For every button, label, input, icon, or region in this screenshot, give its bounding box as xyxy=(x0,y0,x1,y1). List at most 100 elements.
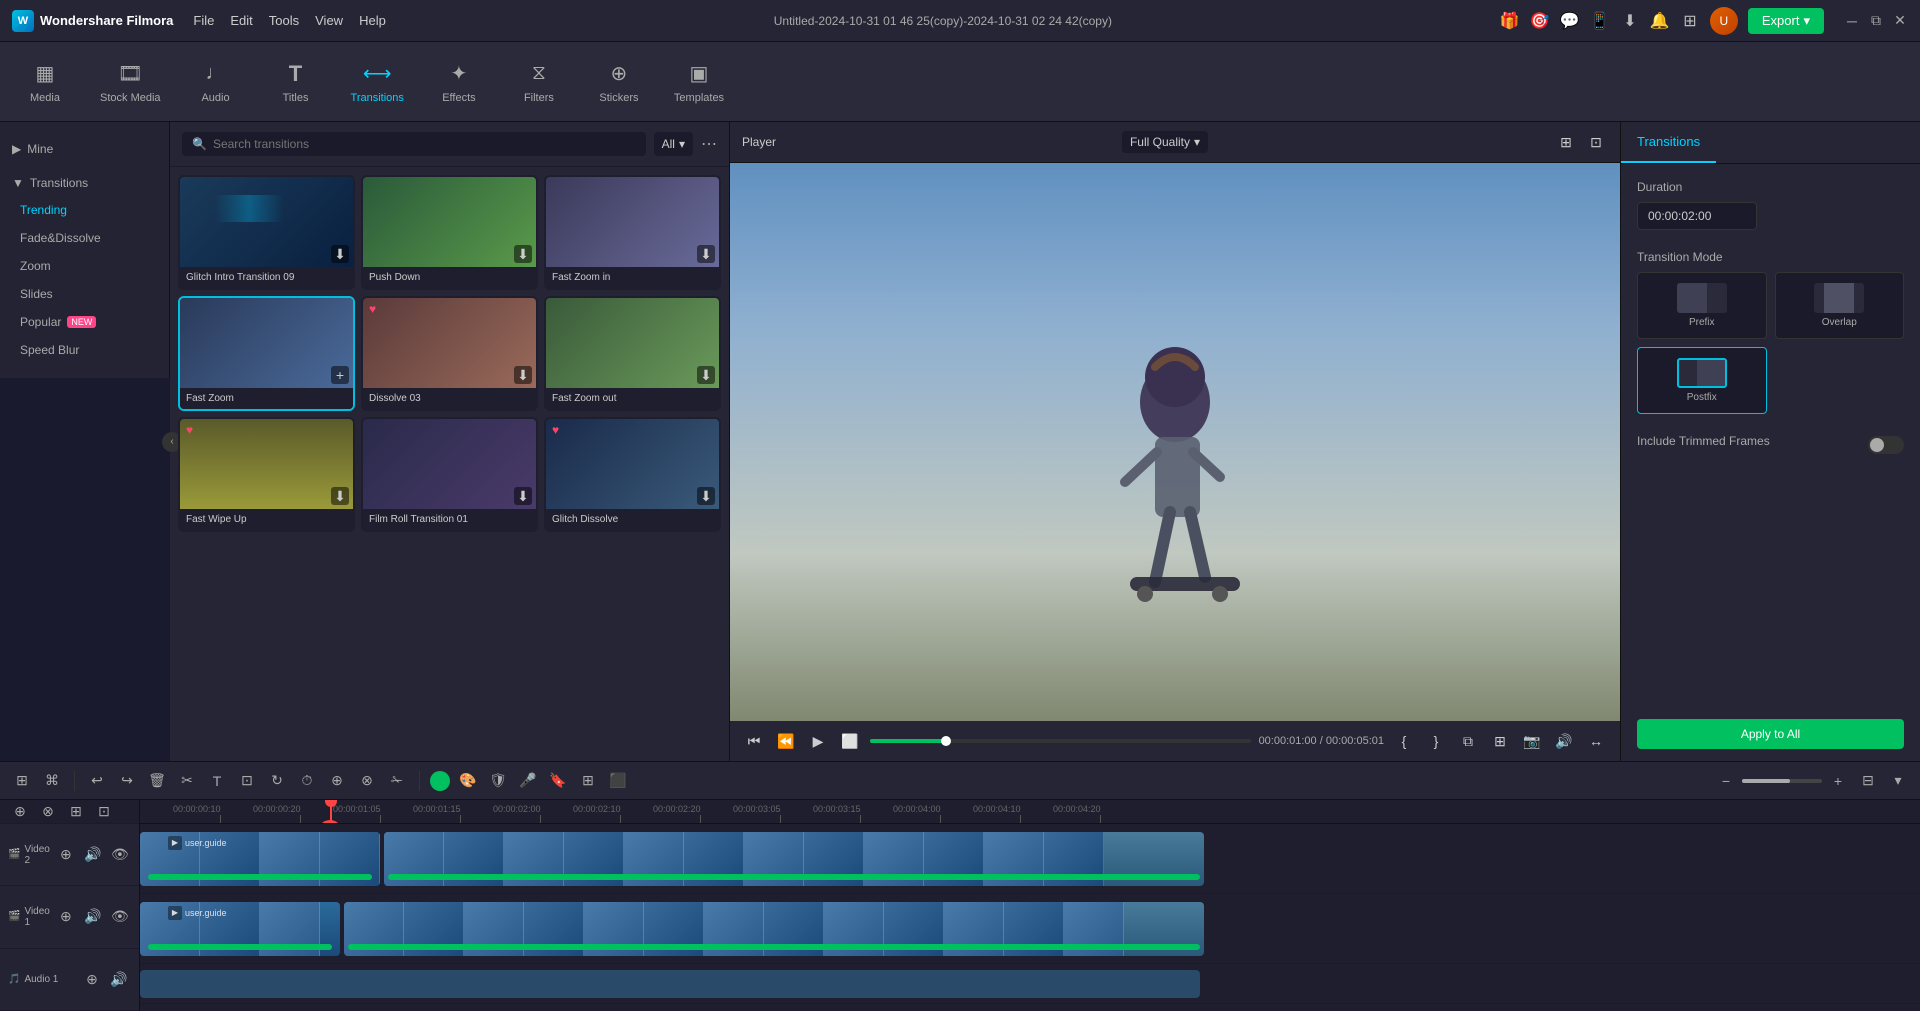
tl-grid-button[interactable]: ⊞ xyxy=(10,769,34,793)
tl-scissors-button[interactable]: ✁ xyxy=(385,769,409,793)
sidebar-item-trending[interactable]: Trending xyxy=(0,196,169,224)
audio1-clip[interactable] xyxy=(140,970,1200,998)
mark-in-button[interactable]: { xyxy=(1392,729,1416,753)
tool-titles[interactable]: T Titles xyxy=(271,60,321,104)
video2-add-icon[interactable]: ⊕ xyxy=(54,843,78,867)
video1-audio-icon[interactable]: 🔊 xyxy=(81,905,105,929)
video2-eye-icon[interactable]: 👁 xyxy=(108,843,132,867)
apply-to-all-button[interactable]: Apply to All xyxy=(1637,719,1904,749)
fullscreen-button[interactable]: ⊡ xyxy=(1584,130,1608,154)
tool-transitions[interactable]: ⟷ Transitions xyxy=(351,60,404,104)
tl-shield-button[interactable]: 🛡 xyxy=(486,769,510,793)
video2-audio-icon[interactable]: 🔊 xyxy=(81,843,105,867)
duration-input[interactable] xyxy=(1637,202,1757,230)
transition-card-fast-zoom-in[interactable]: ⬇ Fast Zoom in xyxy=(544,175,721,290)
menu-help[interactable]: Help xyxy=(359,13,386,28)
progress-bar[interactable] xyxy=(870,739,1251,743)
minimize-button[interactable]: ─ xyxy=(1844,13,1860,29)
more-controls-button[interactable]: ↔ xyxy=(1584,729,1608,753)
menu-file[interactable]: File xyxy=(193,13,214,28)
tool-effects[interactable]: ✦ Effects xyxy=(434,60,484,104)
tl-crop-button[interactable]: ⊡ xyxy=(235,769,259,793)
tl-layout-button[interactable]: ⊟ xyxy=(1856,769,1880,793)
transition-card-fast-zoom[interactable]: + Fast Zoom xyxy=(178,296,355,411)
tl-bookmark-button[interactable]: 🔖 xyxy=(546,769,570,793)
more-options-button[interactable]: ⋯ xyxy=(701,134,717,154)
bell-icon[interactable]: 🔔 xyxy=(1650,11,1670,31)
tl-pip-button[interactable]: ⊞ xyxy=(576,769,600,793)
download-icon-dissolve[interactable]: ⬇ xyxy=(514,366,532,384)
tl-more-button[interactable]: ▾ xyxy=(1886,769,1910,793)
tl-cut-button[interactable]: ✂ xyxy=(175,769,199,793)
user-avatar[interactable]: U xyxy=(1710,7,1738,35)
sidebar-item-fade-dissolve[interactable]: Fade&Dissolve xyxy=(0,224,169,252)
step-back-button[interactable]: ⏪ xyxy=(774,729,798,753)
link-tracks-button[interactable]: ⊗ xyxy=(36,800,60,824)
close-button[interactable]: ✕ xyxy=(1892,13,1908,29)
download-icon-wipe[interactable]: ⬇ xyxy=(331,487,349,505)
tool-templates[interactable]: ▣ Templates xyxy=(674,60,724,104)
tl-record-button[interactable] xyxy=(430,771,450,791)
mode-prefix-button[interactable]: Prefix xyxy=(1637,272,1767,339)
tl-speed-button[interactable]: ⏱ xyxy=(295,769,319,793)
menu-tools[interactable]: Tools xyxy=(269,13,299,28)
transition-card-glitch-intro[interactable]: ⬇ Glitch Intro Transition 09 xyxy=(178,175,355,290)
target-icon[interactable]: 🎯 xyxy=(1530,11,1550,31)
video2-clip-1[interactable]: ▶ user.guide xyxy=(140,832,380,886)
tool-stickers[interactable]: ⊕ Stickers xyxy=(594,60,644,104)
zoom-slider[interactable] xyxy=(1742,779,1822,783)
pip-button[interactable]: ⊞ xyxy=(1488,729,1512,753)
transition-card-push-down[interactable]: ⬇ Push Down xyxy=(361,175,538,290)
tool-audio[interactable]: ♩ Audio xyxy=(191,60,241,104)
split-button[interactable]: ⧉ xyxy=(1456,729,1480,753)
play-button[interactable]: ▶ xyxy=(806,729,830,753)
tool-filters[interactable]: ⧖ Filters xyxy=(514,60,564,104)
mode-postfix-button[interactable]: Postfix xyxy=(1637,347,1767,414)
tool-media[interactable]: ▦ Media xyxy=(20,60,70,104)
sidebar-item-zoom[interactable]: Zoom xyxy=(0,252,169,280)
search-input[interactable] xyxy=(213,137,636,151)
zoom-out-button[interactable]: − xyxy=(1714,769,1738,793)
audio1-volume-icon[interactable]: 🔊 xyxy=(107,967,131,991)
tl-text-button[interactable]: T xyxy=(205,769,229,793)
download-icon-glitch-intro[interactable]: ⬇ xyxy=(331,245,349,263)
sidebar-item-speed-blur[interactable]: Speed Blur xyxy=(0,336,169,364)
tl-mic-button[interactable]: 🎤 xyxy=(516,769,540,793)
add-icon-fast-zoom[interactable]: + xyxy=(331,366,349,384)
dual-view-button[interactable]: ⊞ xyxy=(1554,130,1578,154)
video2-clip-2[interactable] xyxy=(384,832,1204,886)
tl-magnet-button[interactable]: ⌘ xyxy=(40,769,64,793)
ai-button[interactable]: ⊡ xyxy=(92,800,116,824)
transition-card-fast-wipe-up[interactable]: ♥ ⬇ Fast Wipe Up xyxy=(178,417,355,532)
mobile-icon[interactable]: 📱 xyxy=(1590,11,1610,31)
rewind-button[interactable]: ⏮ xyxy=(742,729,766,753)
transition-card-dissolve-03[interactable]: ♥ ⬇ Dissolve 03 xyxy=(361,296,538,411)
tl-delete-button[interactable]: 🗑 xyxy=(145,769,169,793)
tl-undo-button[interactable]: ↩ xyxy=(85,769,109,793)
grid-icon[interactable]: ⊞ xyxy=(1680,11,1700,31)
sidebar-item-slides[interactable]: Slides xyxy=(0,280,169,308)
tl-color-button[interactable]: 🎨 xyxy=(456,769,480,793)
sidebar-item-popular[interactable]: Popular NEW xyxy=(0,308,169,336)
audio1-add-icon[interactable]: ⊕ xyxy=(80,967,104,991)
sidebar-header-transitions[interactable]: ▼ Transitions xyxy=(0,170,169,196)
tl-screen-button[interactable]: ⬛ xyxy=(606,769,630,793)
tl-rotate-button[interactable]: ↻ xyxy=(265,769,289,793)
gift-icon[interactable]: 🎁 xyxy=(1500,11,1520,31)
menu-view[interactable]: View xyxy=(315,13,343,28)
volume-button[interactable]: 🔊 xyxy=(1552,729,1576,753)
chat-icon[interactable]: 💬 xyxy=(1560,11,1580,31)
download-icon-fast-zoom-out[interactable]: ⬇ xyxy=(697,366,715,384)
tl-lock-button[interactable]: ⊗ xyxy=(355,769,379,793)
video1-clip-1[interactable]: ▶ user.guide xyxy=(140,902,340,956)
mark-out-button[interactable]: } xyxy=(1424,729,1448,753)
snapshot-button[interactable]: 📷 xyxy=(1520,729,1544,753)
download-icon-glitch-dissolve[interactable]: ⬇ xyxy=(697,487,715,505)
transition-card-film-roll[interactable]: ⬇ Film Roll Transition 01 xyxy=(361,417,538,532)
playhead[interactable]: ✂ xyxy=(330,800,332,824)
group-button[interactable]: ⊞ xyxy=(64,800,88,824)
zoom-in-button[interactable]: + xyxy=(1826,769,1850,793)
video1-add-icon[interactable]: ⊕ xyxy=(54,905,78,929)
quality-select[interactable]: Full Quality ▾ xyxy=(1122,131,1208,153)
menu-edit[interactable]: Edit xyxy=(230,13,252,28)
